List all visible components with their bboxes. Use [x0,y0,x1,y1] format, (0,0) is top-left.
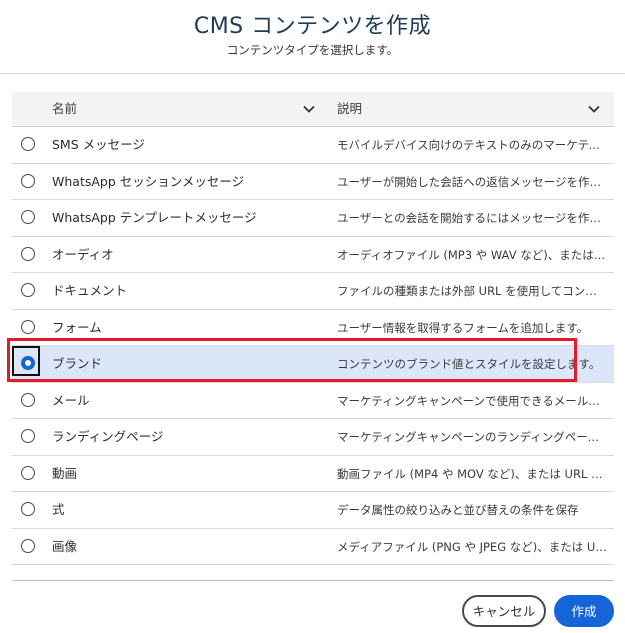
row-description: コンテンツのブランド値とスタイルを設定します。 [337,357,601,371]
row-name: SMS メッセージ [52,137,145,152]
chevron-down-icon[interactable] [587,102,601,116]
row-name: WhatsApp セッションメッセージ [52,173,245,189]
row-name: ドキュメント [52,283,128,298]
table-row-selected[interactable]: ブランド コンテンツのブランド値とスタイルを設定します。 [12,346,614,383]
cancel-button[interactable]: キャンセル [462,595,546,627]
row-description: マーケティングキャンペーンのランディングページを追加... [337,430,607,444]
row-description: オーディオファイル (MP3 や WAV など)、または URL... [337,247,607,262]
radio-button[interactable] [21,502,35,516]
row-description: ユーザーとの会話を開始するにはメッセージを作成し... [337,211,607,225]
footer-divider [12,580,614,581]
table-row[interactable]: WhatsApp テンプレートメッセージ ユーザーとの会話を開始するにはメッセー… [12,200,614,237]
radio-button[interactable] [21,392,35,407]
radio-button[interactable] [21,319,35,334]
row-name: ブランド [52,356,103,371]
row-description: モバイルデバイス向けのテキストのみのマーケティングメ... [337,138,607,152]
row-description: メディアファイル (PNG や JPEG など)、または URL ... [337,539,607,554]
radio-button[interactable] [21,210,35,224]
row-name: ランディングページ [52,429,164,444]
row-description: ユーザー情報を取得するフォームを追加します。 [337,320,589,335]
table-row[interactable]: オーディオ オーディオファイル (MP3 や WAV など)、または URL..… [12,237,614,273]
row-description: ユーザーが開始した会話への返信メッセージを作成... [337,174,607,189]
row-name: WhatsApp テンプレートメッセージ [52,210,257,225]
dialog-title: CMS コンテンツを作成 [193,14,432,39]
dialog-subtitle: コンテンツタイプを選択します。 [226,43,399,57]
row-description: 動画ファイル (MP4 や MOV など)、または URL へ... [337,466,607,481]
row-description: マーケティングキャンペーンで使用できるメールを追加... [337,393,607,408]
radio-button[interactable] [21,465,35,480]
table-row[interactable]: フォーム ユーザー情報を取得するフォームを追加します。 [12,310,614,346]
row-name: フォーム [52,319,102,335]
chevron-down-icon[interactable] [302,102,316,116]
table-header: 名前 説明 [12,92,614,127]
column-header-description[interactable]: 説明 [337,92,362,126]
table-row[interactable]: メール マーケティングキャンペーンで使用できるメールを追加... [12,383,614,419]
row-name: メール [52,392,90,408]
create-cms-content-dialog: CMS コンテンツを作成 コンテンツタイプを選択します。 名前 説明 SMS メ… [0,0,625,633]
row-name: オーディオ [52,246,114,262]
table-row[interactable]: 式 データ属性の絞り込みと並び替えの条件を保存 [12,492,614,529]
table-row[interactable]: ランディングページ マーケティングキャンペーンのランディングページを追加... [12,419,614,456]
row-description: ファイルの種類または外部 URL を使用してコンテン... [337,284,607,298]
radio-button[interactable] [21,246,35,261]
table-row[interactable]: 動画 動画ファイル (MP4 や MOV など)、または URL へ... [12,456,614,492]
header-divider [0,73,625,74]
row-name: 式 [52,502,65,517]
table-row[interactable]: 画像 メディアファイル (PNG や JPEG など)、または URL ... [12,529,614,565]
table-row[interactable]: WhatsApp セッションメッセージ ユーザーが開始した会話への返信メッセージ… [12,164,614,200]
row-description: データ属性の絞り込みと並び替えの条件を保存 [337,503,579,517]
radio-button[interactable] [21,137,35,151]
radio-button[interactable] [21,283,35,297]
row-name: 画像 [52,538,78,554]
row-name: 動画 [52,465,78,481]
content-type-table: 名前 説明 SMS メッセージ モバイルデバイス向けのテキストのみのマーケティン… [12,92,614,565]
radio-button[interactable] [21,538,35,553]
radio-button[interactable] [21,429,35,443]
radio-button[interactable] [21,173,35,188]
table-row[interactable]: ドキュメント ファイルの種類または外部 URL を使用してコンテン... [12,273,614,310]
table-row[interactable]: SMS メッセージ モバイルデバイス向けのテキストのみのマーケティングメ... [12,127,614,164]
radio-button-checked[interactable] [21,356,35,370]
create-button[interactable]: 作成 [554,595,614,627]
column-header-name[interactable]: 名前 [52,92,77,126]
